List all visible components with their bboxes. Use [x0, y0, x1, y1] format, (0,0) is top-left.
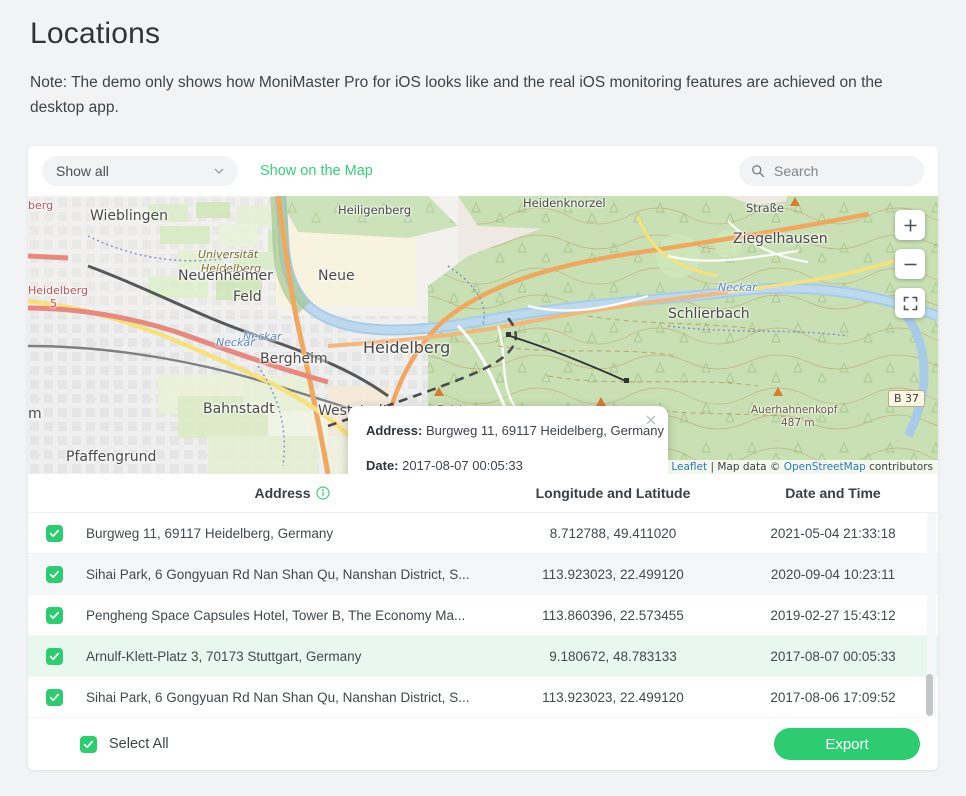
- leaflet-link[interactable]: Leaflet: [671, 461, 707, 473]
- search-icon: [751, 164, 765, 178]
- chevron-down-icon: [214, 166, 224, 176]
- table-row[interactable]: Sihai Park, 6 Gongyuan Rd Nan Shan Qu, N…: [28, 554, 938, 595]
- header-coords: Longitude and Latitude: [535, 485, 691, 501]
- row-address: Pengheng Space Capsules Hotel, Tower B, …: [86, 607, 466, 623]
- row-coords: 113.860396, 22.573455: [542, 607, 684, 623]
- table-scrollbar-thumb[interactable]: [926, 674, 933, 716]
- search-box[interactable]: [739, 156, 924, 186]
- row-checkbox-cell: [28, 647, 80, 665]
- row-checkbox[interactable]: [45, 565, 63, 583]
- popup-address-label: Address:: [366, 423, 423, 438]
- map-controls: [895, 210, 925, 318]
- popup-address-row: Address: Burgweg 11, 69117 Heidelberg, G…: [366, 422, 664, 440]
- info-icon[interactable]: [315, 486, 330, 500]
- filter-select[interactable]: Show all: [42, 156, 238, 186]
- row-checkbox-cell: [28, 565, 80, 583]
- row-address: Burgweg 11, 69117 Heidelberg, Germany: [86, 525, 334, 541]
- map-attribution: Leaflet | Map data © OpenStreetMap contr…: [665, 460, 938, 474]
- locations-card: Show all Show on the Map Search Wiebling…: [28, 146, 938, 770]
- row-address: Sihai Park, 6 Gongyuan Rd Nan Shan Qu, N…: [86, 689, 470, 705]
- map-popup: × Address: Burgweg 11, 69117 Heidelberg,…: [348, 406, 668, 474]
- card-footer: Select All Export: [28, 718, 938, 770]
- popup-date-label: Date:: [366, 458, 399, 473]
- row-checkbox-cell: [28, 524, 80, 542]
- row-checkbox[interactable]: [45, 688, 63, 706]
- openstreetmap-link[interactable]: OpenStreetMap: [784, 461, 866, 473]
- popup-date-row: Date: 2017-08-07 00:05:33: [366, 457, 650, 474]
- table-row[interactable]: Burgweg 11, 69117 Heidelberg, Germany 8.7…: [28, 513, 938, 554]
- card-toolbar: Show all Show on the Map: [28, 146, 938, 196]
- table-scrollbar-track[interactable]: [926, 513, 936, 718]
- fullscreen-button[interactable]: [895, 288, 925, 318]
- page-title: Locations: [30, 17, 161, 50]
- filter-select-value: Show all: [56, 163, 109, 179]
- search-input[interactable]: [772, 162, 912, 180]
- row-coords: 8.712788, 49.411020: [549, 525, 677, 541]
- row-datetime: 2020-09-04 10:23:11: [770, 566, 896, 582]
- row-checkbox-cell: [28, 606, 80, 624]
- row-checkbox[interactable]: [45, 606, 63, 624]
- header-address-label: Address: [254, 485, 311, 501]
- table-row[interactable]: Sihai Park, 6 Gongyuan Rd Nan Shan Qu, N…: [28, 677, 938, 718]
- header-address: Address: [80, 485, 498, 501]
- row-datetime: 2019-02-27 15:43:12: [770, 607, 896, 623]
- row-datetime: 2021-05-04 21:33:18: [770, 525, 896, 541]
- export-button[interactable]: Export: [774, 728, 920, 760]
- table-row[interactable]: Arnulf-Klett-Platz 3, 70173 Stuttgart, G…: [28, 636, 938, 677]
- popup-address-value: Burgweg 11, 69117 Heidelberg, Germany: [425, 423, 664, 438]
- table-row[interactable]: Pengheng Space Capsules Hotel, Tower B, …: [28, 595, 938, 636]
- zoom-in-button[interactable]: [895, 210, 925, 240]
- map-viewport[interactable]: Wieblingen berg Heidelberg 5 Universität Heid…: [28, 196, 938, 474]
- row-datetime: 2017-08-06 17:09:52: [770, 689, 896, 705]
- page-note: Note: The demo only shows how MoniMaster…: [30, 74, 883, 116]
- row-address: Sihai Park, 6 Gongyuan Rd Nan Shan Qu, N…: [86, 566, 470, 582]
- header-datetime: Date and Time: [785, 485, 881, 501]
- select-all-label: Select All: [109, 736, 169, 752]
- attribution-suffix: contributors: [865, 461, 933, 473]
- row-datetime: 2017-08-07 00:05:33: [770, 648, 896, 664]
- row-coords: 9.180672, 48.783133: [549, 648, 677, 664]
- row-coords: 113.923023, 22.499120: [542, 689, 684, 705]
- page-header: Locations Note: The demo only shows how …: [0, 0, 966, 120]
- row-coords: 113.923023, 22.499120: [542, 566, 684, 582]
- popup-date-value: 2017-08-07 00:05:33: [402, 458, 523, 473]
- select-all-checkbox[interactable]: [80, 735, 97, 753]
- attribution-separator: |: [707, 461, 718, 473]
- row-checkbox[interactable]: [45, 524, 63, 542]
- map-road-shield: B 37: [888, 390, 926, 407]
- show-on-map-link[interactable]: Show on the Map: [260, 163, 373, 179]
- table-body: Burgweg 11, 69117 Heidelberg, Germany 8.7…: [28, 513, 938, 718]
- row-address: Arnulf-Klett-Platz 3, 70173 Stuttgart, G…: [86, 648, 362, 664]
- close-icon[interactable]: ×: [643, 412, 659, 428]
- table-header: Address Longitude and Latitude Date and …: [28, 474, 938, 513]
- row-checkbox[interactable]: [45, 647, 63, 665]
- row-checkbox-cell: [28, 688, 80, 706]
- attribution-mapdata: Map data ©: [717, 461, 784, 473]
- zoom-out-button[interactable]: [895, 249, 925, 279]
